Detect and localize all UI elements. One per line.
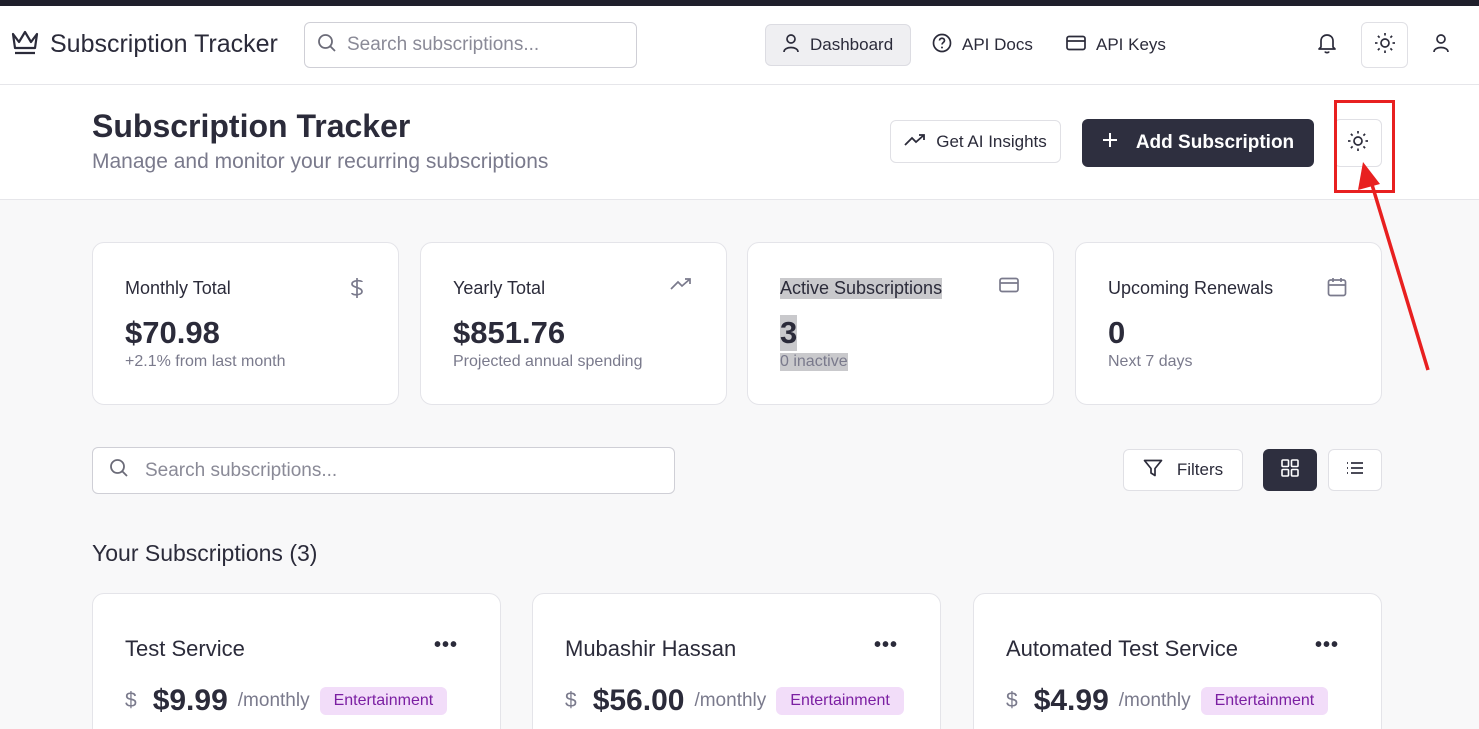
- stat-value: 0: [1108, 315, 1126, 350]
- subscription-name: Mubashir Hassan: [565, 636, 737, 661]
- user-icon: [782, 33, 800, 58]
- user-icon: [1432, 33, 1450, 58]
- trending-up-icon: [670, 277, 692, 296]
- subscription-card[interactable]: Automated Test Service ••• $ $4.99 /mont…: [973, 593, 1382, 729]
- top-navbar: Subscription Tracker Dashboard API Docs …: [0, 6, 1479, 85]
- add-subscription-label: Add Subscription: [1135, 132, 1295, 153]
- global-search[interactable]: [304, 22, 637, 68]
- stat-value: 3: [780, 315, 798, 351]
- stat-card-upcoming-renewals: Upcoming Renewals 0 Next 7 days: [1075, 242, 1382, 405]
- nav-api-docs-label: API Docs: [962, 35, 1033, 54]
- page-header: Subscription Tracker Manage and monitor …: [0, 85, 1479, 200]
- filters-button[interactable]: Filters: [1123, 449, 1243, 491]
- dollar-icon: [350, 277, 364, 304]
- stat-note: Projected annual spending: [453, 353, 643, 370]
- stat-card-monthly-total: Monthly Total $70.98 +2.1% from last mon…: [92, 242, 399, 405]
- global-search-input[interactable]: [347, 34, 636, 56]
- category-badge: Entertainment: [319, 687, 448, 715]
- brand[interactable]: Subscription Tracker: [10, 28, 278, 61]
- section-title: Your Subscriptions (3): [92, 540, 318, 566]
- stat-note: +2.1% from last month: [125, 353, 286, 370]
- plus-icon: [1102, 132, 1118, 154]
- page-title: Subscription Tracker: [92, 108, 411, 144]
- stat-card-yearly-total: Yearly Total $851.76 Projected annual sp…: [420, 242, 727, 405]
- subscription-period: /monthly: [694, 690, 767, 711]
- nav-dashboard-label: Dashboard: [810, 35, 894, 54]
- bell-icon: [1317, 32, 1337, 59]
- stat-label: Active Subscriptions: [780, 278, 943, 299]
- stat-label: Upcoming Renewals: [1108, 278, 1274, 298]
- stat-value: $70.98: [125, 315, 220, 350]
- currency-symbol: $: [1006, 689, 1018, 712]
- grid-icon: [1281, 458, 1299, 482]
- filters-label: Filters: [1176, 460, 1224, 479]
- page-subtitle: Manage and monitor your recurring subscr…: [92, 150, 549, 173]
- list-view-button[interactable]: [1328, 449, 1382, 491]
- credit-card-icon: [999, 277, 1019, 298]
- sun-icon: [1374, 32, 1396, 59]
- category-badge: Entertainment: [1200, 687, 1329, 715]
- user-menu-button[interactable]: [1420, 24, 1462, 66]
- more-options-icon[interactable]: •••: [874, 634, 898, 657]
- trending-up-icon: [904, 132, 926, 152]
- nav-api-keys-label: API Keys: [1096, 35, 1166, 54]
- subscription-amount: $4.99: [1033, 684, 1109, 717]
- crown-icon: [10, 28, 40, 61]
- get-ai-insights-button[interactable]: Get AI Insights: [890, 120, 1061, 163]
- theme-toggle-top[interactable]: [1361, 22, 1408, 68]
- subscription-name: Test Service: [125, 636, 245, 661]
- subscription-price-row: $ $4.99 /monthly Entertainment: [1006, 684, 1329, 718]
- subscription-card[interactable]: Mubashir Hassan ••• $ $56.00 /monthly En…: [532, 593, 941, 729]
- nav-api-keys[interactable]: API Keys: [1050, 24, 1182, 66]
- filter-icon: [1143, 459, 1163, 482]
- subscription-search-input[interactable]: [145, 459, 674, 482]
- calendar-icon: [1327, 277, 1347, 302]
- add-subscription-button[interactable]: Add Subscription: [1082, 119, 1314, 167]
- list-icon: [1346, 461, 1364, 480]
- more-options-icon[interactable]: •••: [434, 634, 458, 657]
- stat-label: Monthly Total: [125, 278, 231, 298]
- stat-value: $851.76: [453, 315, 566, 350]
- currency-symbol: $: [125, 689, 137, 712]
- nav-api-docs[interactable]: API Docs: [916, 24, 1049, 66]
- stat-card-active-subscriptions: Active Subscriptions 3 0 inactive: [747, 242, 1054, 405]
- subscription-amount: $56.00: [592, 684, 685, 717]
- subscription-card[interactable]: Test Service ••• $ $9.99 /monthly Entert…: [92, 593, 501, 729]
- subscription-name: Automated Test Service: [1006, 636, 1238, 661]
- category-badge: Entertainment: [776, 687, 904, 715]
- subscription-price-row: $ $56.00 /monthly Entertainment: [565, 684, 904, 718]
- currency-symbol: $: [565, 689, 577, 712]
- stat-note: Next 7 days: [1108, 353, 1193, 370]
- stat-note: 0 inactive: [780, 353, 848, 371]
- search-icon: [109, 458, 129, 483]
- brand-title: Subscription Tracker: [50, 30, 278, 58]
- search-icon: [317, 33, 337, 58]
- subscription-search[interactable]: [92, 447, 675, 494]
- nav-dashboard[interactable]: Dashboard: [765, 24, 911, 66]
- get-ai-insights-label: Get AI Insights: [936, 131, 1047, 151]
- subscription-amount: $9.99: [152, 684, 228, 717]
- notifications-button[interactable]: [1306, 24, 1348, 66]
- more-options-icon[interactable]: •••: [1315, 634, 1339, 657]
- grid-view-button[interactable]: [1263, 449, 1317, 491]
- subscription-price-row: $ $9.99 /monthly Entertainment: [125, 684, 448, 718]
- stat-label: Yearly Total: [453, 278, 546, 298]
- credit-card-icon: [1066, 35, 1086, 56]
- help-circle-icon: [932, 33, 952, 58]
- subscription-period: /monthly: [237, 690, 310, 711]
- subscription-period: /monthly: [1118, 690, 1191, 711]
